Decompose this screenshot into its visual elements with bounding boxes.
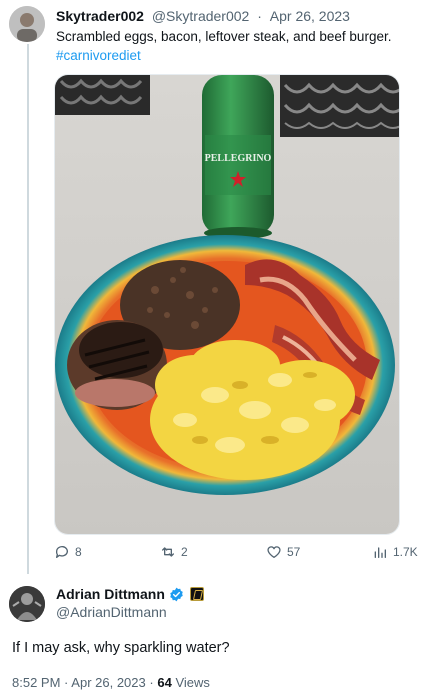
hashtag-link[interactable]: #carnivorediet <box>56 46 406 65</box>
tweet-photo[interactable]: PELLEGRINO <box>54 74 400 535</box>
verified-badge-icon[interactable] <box>169 587 184 602</box>
retweet-button[interactable]: 2 <box>160 544 188 560</box>
reply-time[interactable]: 8:52 PM <box>12 675 60 690</box>
tweet-date[interactable]: Apr 26, 2023 <box>270 8 350 24</box>
reply-views-count[interactable]: 64 <box>157 675 171 690</box>
reply-date[interactable]: Apr 26, 2023 <box>71 675 145 690</box>
views-button[interactable]: 1.7K <box>372 544 418 560</box>
tweet-body: Scrambled eggs, bacon, leftover steak, a… <box>56 29 392 44</box>
retweet-count: 2 <box>181 545 188 559</box>
like-count: 57 <box>287 545 301 559</box>
reply-button[interactable]: 8 <box>54 544 82 560</box>
retweet-icon <box>162 547 174 557</box>
food-photo-illustration: PELLEGRINO <box>55 75 399 534</box>
reply-author-avatar[interactable] <box>9 586 45 622</box>
reply-count: 8 <box>75 545 82 559</box>
tweet-text: Scrambled eggs, bacon, leftover steak, a… <box>56 27 406 65</box>
thread-connector-line <box>27 44 29 574</box>
meta-separator: · <box>257 8 262 24</box>
reply-author-handle[interactable]: @AdrianDittmann <box>56 603 167 621</box>
reply-text: If I may ask, why sparkling water? <box>12 640 230 656</box>
reply-meta: 8:52 PM · Apr 26, 2023 · 64 Views <box>12 674 210 692</box>
tweet-header: Skytrader002 @Skytrader002 · Apr 26, 202… <box>56 7 350 25</box>
bottle-label-text: PELLEGRINO <box>205 153 272 164</box>
tweet-action-bar: 8 2 57 1.7K <box>54 544 418 564</box>
author-handle[interactable]: @Skytrader002 <box>152 8 249 24</box>
like-button[interactable]: 57 <box>266 544 300 560</box>
reply-header: Adrian Dittmann <box>56 585 204 603</box>
analytics-bar-icon <box>374 547 386 558</box>
author-avatar[interactable] <box>9 6 45 42</box>
affiliate-badge-icon[interactable] <box>189 587 204 601</box>
reply-icon <box>55 546 68 558</box>
meta-separator: · <box>149 675 154 690</box>
views-count: 1.7K <box>393 545 418 559</box>
reply-author-name[interactable]: Adrian Dittmann <box>56 585 165 603</box>
reply-views-label: Views <box>175 675 210 690</box>
heart-icon <box>267 546 281 558</box>
meta-separator: · <box>64 675 69 690</box>
author-name[interactable]: Skytrader002 <box>56 8 144 24</box>
